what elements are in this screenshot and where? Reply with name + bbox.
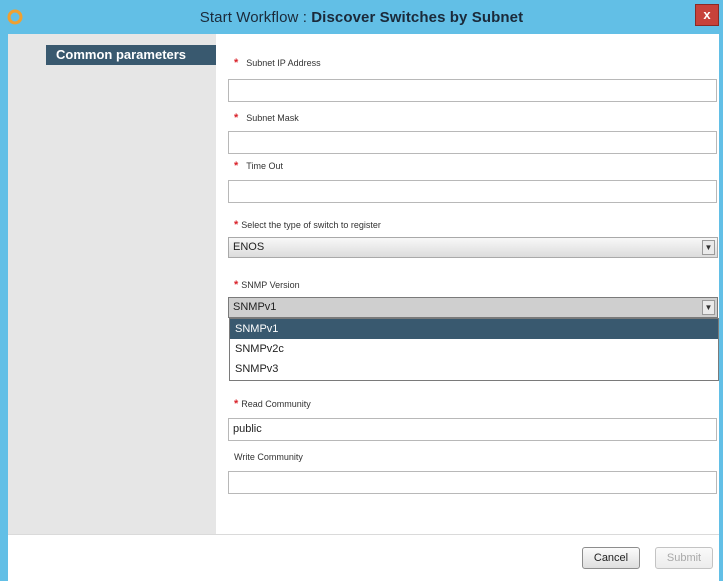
parameters-form: * Subnet IP Address * Subnet Mask * Time Ou… <box>216 34 719 534</box>
time-out-label-text: Time Out <box>246 161 283 171</box>
submit-button[interactable]: Submit <box>655 547 713 569</box>
switch-type-value: ENOS <box>233 241 265 253</box>
subnet-ip-label-text: Subnet IP Address <box>246 58 321 68</box>
required-marker: * <box>234 160 239 172</box>
chevron-down-icon[interactable]: ▼ <box>702 300 715 315</box>
switch-type-label-text: Select the type of switch to register <box>241 220 381 230</box>
required-marker: * <box>234 112 239 124</box>
dialog-body: Common parameters * Subnet IP Address * Su… <box>8 34 719 581</box>
dialog-footer: Cancel Submit <box>8 534 719 581</box>
snmp-version-select[interactable]: SNMPv1 ▼ <box>228 297 718 318</box>
title-prefix: Start Workflow : <box>199 9 312 26</box>
window-title: Start Workflow : Discover Switches by Su… <box>0 9 723 26</box>
title-bar[interactable]: Start Workflow : Discover Switches by Su… <box>0 0 723 34</box>
close-icon: x <box>703 7 711 22</box>
snmp-version-label: * SNMP Version <box>234 279 300 291</box>
read-community-label: * Read Community <box>234 398 311 410</box>
write-community-label: Write Community <box>234 452 303 462</box>
dropdown-option-snmpv3[interactable]: SNMPv3 <box>230 359 718 379</box>
subnet-mask-label-text: Subnet Mask <box>246 113 299 123</box>
cancel-button[interactable]: Cancel <box>582 547 640 569</box>
time-out-field[interactable] <box>228 180 717 203</box>
subnet-ip-field[interactable] <box>228 79 717 102</box>
snmp-version-value: SNMPv1 <box>233 301 277 313</box>
chevron-down-icon[interactable]: ▼ <box>702 240 715 255</box>
required-marker: * <box>234 279 239 291</box>
close-button[interactable]: x <box>695 4 719 26</box>
title-workflow-name: Discover Switches by Subnet <box>311 9 524 26</box>
sidebar-panel: Common parameters <box>8 34 216 534</box>
switch-type-label: * Select the type of switch to register <box>234 219 381 231</box>
required-marker: * <box>234 57 239 69</box>
dropdown-option-snmpv2c[interactable]: SNMPv2c <box>230 339 718 359</box>
write-community-field[interactable] <box>228 471 717 494</box>
subnet-mask-label: * Subnet Mask <box>234 112 299 124</box>
read-community-field[interactable]: public <box>228 418 717 441</box>
subnet-mask-field[interactable] <box>228 131 717 154</box>
required-marker: * <box>234 398 239 410</box>
snmp-version-label-text: SNMP Version <box>241 280 300 290</box>
required-marker: * <box>234 219 239 231</box>
snmp-version-dropdown: SNMPv1 SNMPv2c SNMPv3 <box>229 318 719 381</box>
switch-type-select[interactable]: ENOS ▼ <box>228 237 718 258</box>
sidebar-item-common-parameters[interactable]: Common parameters <box>46 45 216 65</box>
subnet-ip-label: * Subnet IP Address <box>234 57 321 69</box>
time-out-label: * Time Out <box>234 160 283 172</box>
read-community-label-text: Read Community <box>241 399 311 409</box>
dropdown-option-snmpv1[interactable]: SNMPv1 <box>230 319 718 339</box>
dialog-window: Start Workflow : Discover Switches by Su… <box>0 0 723 581</box>
